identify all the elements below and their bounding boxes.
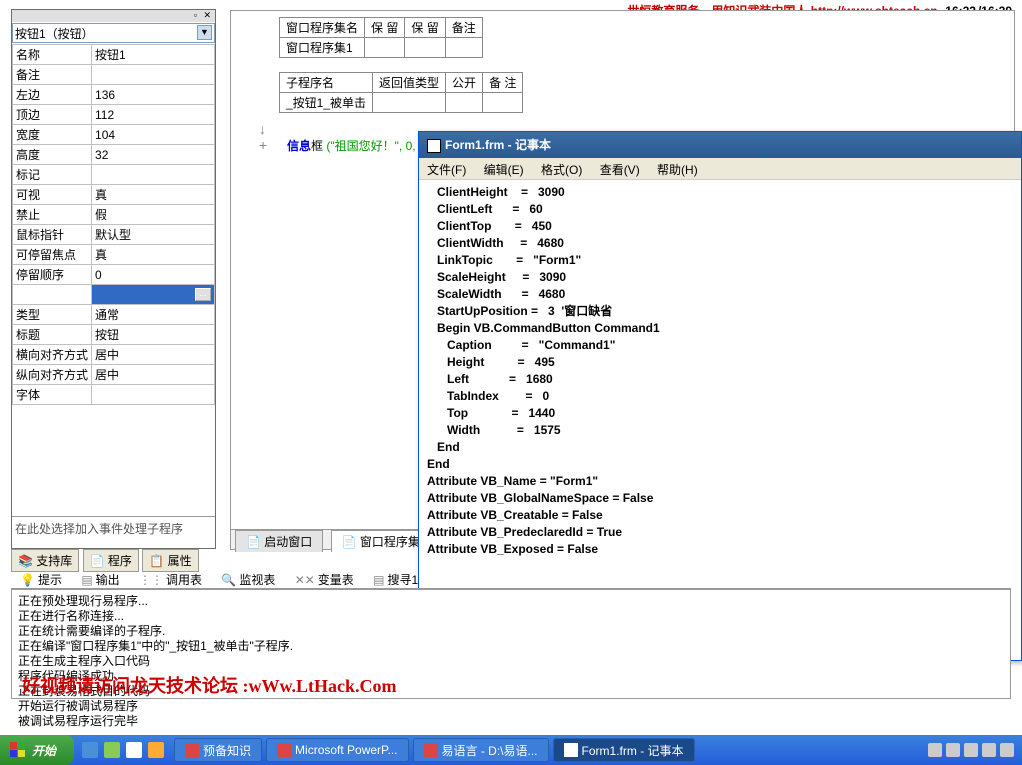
tray-icon-2[interactable]	[946, 743, 960, 757]
assembly-name: 窗口程序集1	[280, 38, 365, 58]
notepad-titlebar[interactable]: Form1.frm - 记事本	[419, 132, 1021, 158]
output-line: 正在预处理现行易程序...	[18, 594, 1004, 609]
prop-value[interactable]: 按钮	[92, 325, 215, 345]
string-literal: ("祖国您好！", 0, )	[326, 139, 423, 153]
prop-label[interactable]: 名称	[13, 45, 92, 65]
task-4[interactable]: Form1.frm - 记事本	[553, 738, 695, 762]
prop-label[interactable]: 类型	[13, 305, 92, 325]
prop-value[interactable]: 0	[92, 265, 215, 285]
notepad-title: Form1.frm - 记事本	[445, 138, 551, 152]
chevron-down-icon[interactable]: ▼	[197, 25, 212, 40]
prop-label[interactable]: 宽度	[13, 125, 92, 145]
task-3[interactable]: 易语言 - D:\易语...	[413, 738, 549, 762]
tab-tips[interactable]: 💡提示	[13, 569, 69, 590]
tab-output[interactable]: ▤输出	[74, 569, 126, 590]
prop-value[interactable]: 136	[92, 85, 215, 105]
tab-start-window[interactable]: 📄 启动窗口	[235, 530, 323, 552]
tray-icon-5[interactable]	[1000, 743, 1014, 757]
menu-format[interactable]: 格式(O)	[541, 163, 582, 177]
prop-value[interactable]: 32	[92, 145, 215, 165]
panel-header: ▫ ✕	[12, 10, 215, 22]
prop-label[interactable]: 横向对齐方式	[13, 345, 92, 365]
dropdown-selected: 按钮1（按钮）	[15, 27, 94, 41]
quick-launch	[74, 742, 172, 758]
subroutine-table[interactable]: 子程序名返回值类型公开备 注 _按钮1_被单击	[279, 72, 523, 113]
prop-label[interactable]: 可停留焦点	[13, 245, 92, 265]
output-line: 正在生成主程序入口代码	[18, 654, 1004, 669]
windows-icon	[10, 742, 26, 758]
prop-value[interactable]: 真	[92, 185, 215, 205]
tray-icon-1[interactable]	[928, 743, 942, 757]
prop-value[interactable]	[92, 165, 215, 185]
tab-vars[interactable]: ✕✕变量表	[288, 569, 361, 590]
prop-label[interactable]: 停留顺序	[13, 265, 92, 285]
code-keyword: 信息	[287, 139, 311, 153]
prop-label[interactable]: 左边	[13, 85, 92, 105]
output-line: 正在统计需要编译的子程序.	[18, 624, 1004, 639]
panel-controls[interactable]: ▫ ✕	[194, 10, 213, 21]
prop-label[interactable]: 高度	[13, 145, 92, 165]
prop-label[interactable]: 备注	[13, 65, 92, 85]
prop-label[interactable]: 标记	[13, 165, 92, 185]
prop-label[interactable]: 顶边	[13, 105, 92, 125]
ql-icon-2[interactable]	[104, 742, 120, 758]
prop-value[interactable]: 真	[92, 245, 215, 265]
ql-icon-3[interactable]	[126, 742, 142, 758]
tray-icon-4[interactable]	[982, 743, 996, 757]
prop-value[interactable]: 假	[92, 205, 215, 225]
menu-edit[interactable]: 编辑(E)	[484, 163, 524, 177]
prop-label[interactable]: 字体	[13, 385, 92, 405]
prop-value[interactable]: 通常	[92, 305, 215, 325]
prop-value[interactable]: 按钮1	[92, 45, 215, 65]
output-line: 正在进行名称连接...	[18, 609, 1004, 624]
prop-label[interactable]: 禁止	[13, 205, 92, 225]
watermark-text: 好视频请访问龙天技术论坛 :wWw.LtHack.Com	[22, 679, 397, 694]
property-panel: ▫ ✕ 按钮1（按钮） ▼ 名称按钮1备注左边136顶边112宽度104高度32…	[11, 9, 216, 549]
bottom-toolbar: 💡提示 ▤输出 ⋮⋮调用表 🔍监视表 ✕✕变量表 ▤搜寻1	[11, 567, 1011, 589]
ql-icon-4[interactable]	[148, 742, 164, 758]
prop-label[interactable]: 可视	[13, 185, 92, 205]
menu-view[interactable]: 查看(V)	[600, 163, 640, 177]
prop-value[interactable]: 默认型	[92, 225, 215, 245]
notepad-menubar: 文件(F) 编辑(E) 格式(O) 查看(V) 帮助(H)	[419, 158, 1021, 180]
prop-value[interactable]: 104	[92, 125, 215, 145]
tab-calltable[interactable]: ⋮⋮调用表	[132, 569, 209, 590]
output-line: 正在编译"窗口程序集1"中的"_按钮1_被单击"子程序.	[18, 639, 1004, 654]
system-tray[interactable]	[920, 743, 1022, 757]
notepad-icon	[427, 139, 441, 153]
gutter-arrow: ↓ +	[259, 121, 277, 153]
property-grid: 名称按钮1备注左边136顶边112宽度104高度32标记可视真禁止假鼠标指针默认…	[12, 44, 215, 405]
window-assembly-table[interactable]: 窗口程序集名保 留保 留备注 窗口程序集1	[279, 17, 483, 58]
ellipsis-button[interactable]: ...	[195, 288, 211, 301]
menu-help[interactable]: 帮助(H)	[657, 163, 698, 177]
prop-value[interactable]: 居中	[92, 345, 215, 365]
prop-label[interactable]: 鼠标指针	[13, 225, 92, 245]
taskbar: 开始 预备知识 Microsoft PowerP... 易语言 - D:\易语.…	[0, 735, 1022, 765]
menu-file[interactable]: 文件(F)	[427, 163, 466, 177]
bottom-panel: 💡提示 ▤输出 ⋮⋮调用表 🔍监视表 ✕✕变量表 ▤搜寻1 正在预处理现行易程序…	[11, 567, 1011, 717]
task-2[interactable]: Microsoft PowerP...	[266, 738, 408, 762]
start-button[interactable]: 开始	[0, 735, 74, 765]
prop-label[interactable]: 纵向对齐方式	[13, 365, 92, 385]
ql-icon-1[interactable]	[82, 742, 98, 758]
object-dropdown[interactable]: 按钮1（按钮） ▼	[12, 23, 215, 43]
prop-value[interactable]: 112	[92, 105, 215, 125]
help-text[interactable]: 在此处选择加入事件处理子程序	[12, 516, 215, 548]
subroutine-name: _按钮1_被单击	[280, 93, 373, 113]
tab-search[interactable]: ▤搜寻1	[366, 569, 425, 590]
prop-value[interactable]: 居中	[92, 365, 215, 385]
prop-value[interactable]: ...	[92, 285, 215, 305]
output-box[interactable]: 正在预处理现行易程序...正在进行名称连接...正在统计需要编译的子程序.正在编…	[11, 589, 1011, 699]
output-line: 开始运行被调试易程序	[18, 699, 1004, 714]
output-line: 被调试易程序运行完毕	[18, 714, 1004, 729]
prop-value[interactable]	[92, 385, 215, 405]
prop-label[interactable]: 标题	[13, 325, 92, 345]
prop-value[interactable]	[92, 65, 215, 85]
tray-icon-3[interactable]	[964, 743, 978, 757]
task-1[interactable]: 预备知识	[174, 738, 262, 762]
tab-watch[interactable]: 🔍监视表	[214, 569, 282, 590]
prop-label[interactable]: 图片	[13, 285, 92, 305]
